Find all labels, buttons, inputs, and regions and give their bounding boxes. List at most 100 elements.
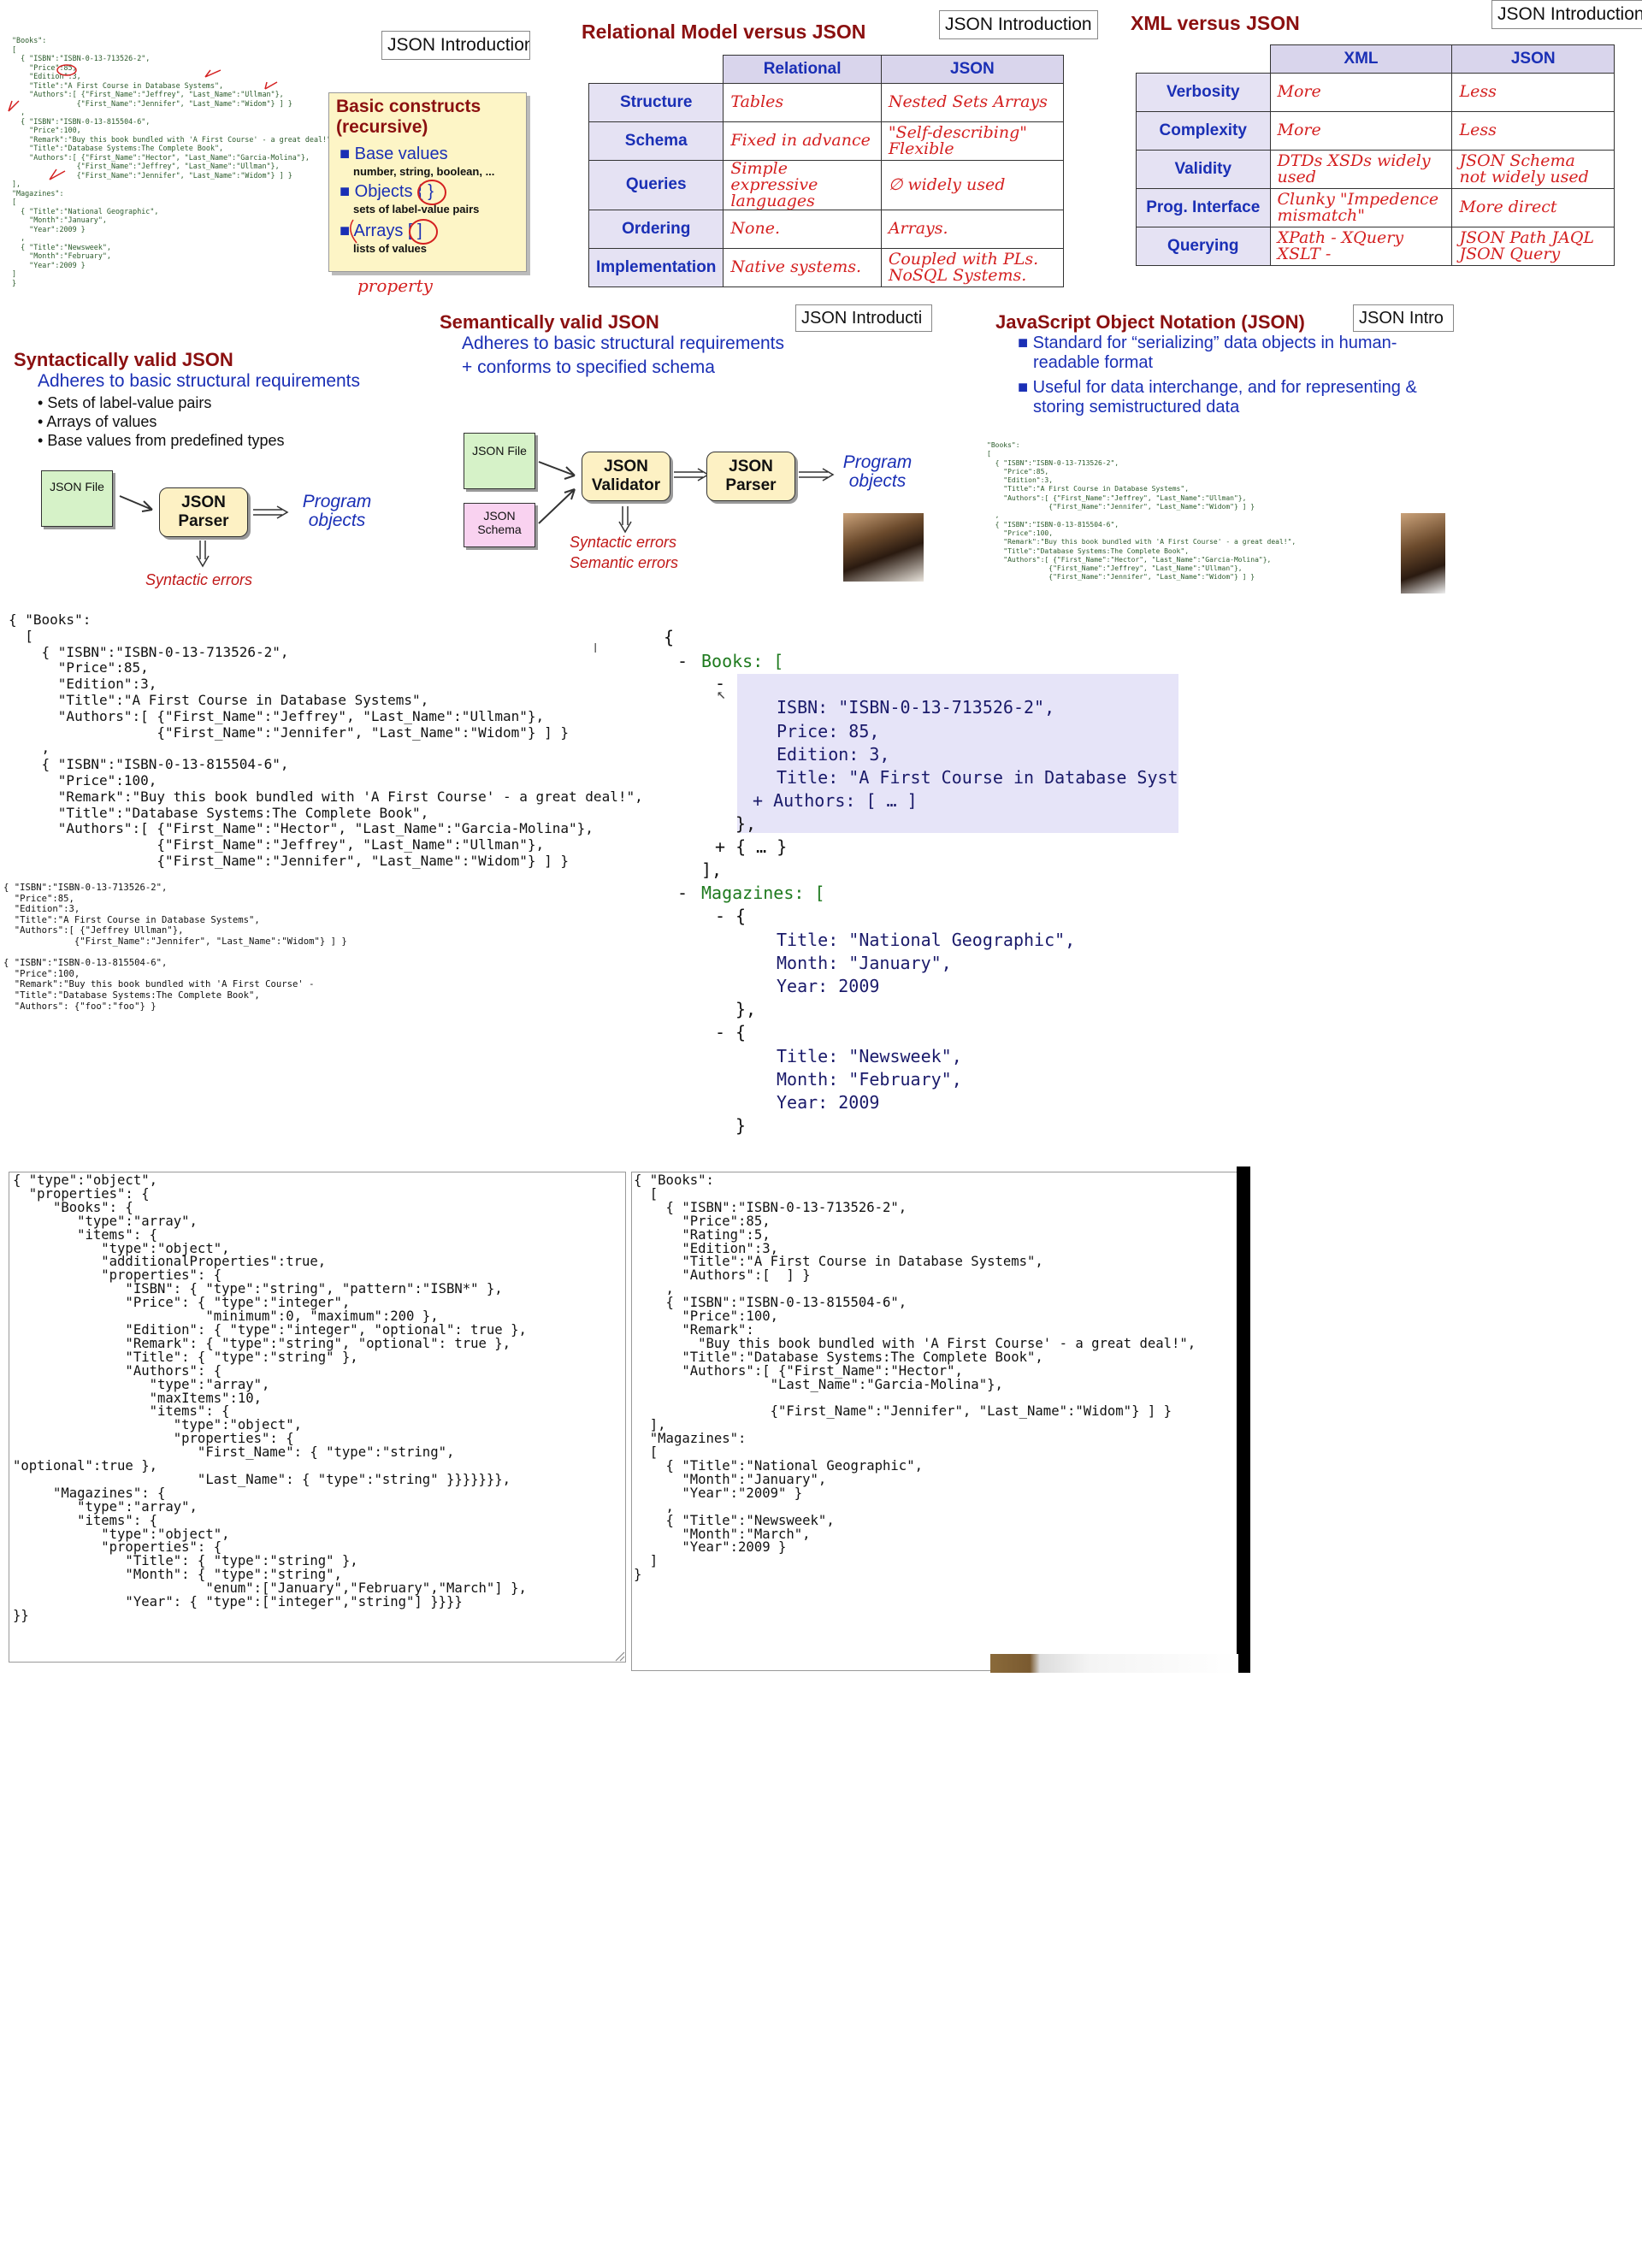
slide-xml-vs-json: XML versus JSON JSON Introduction XML JS… [1112,0,1642,291]
intro-label: JSON Introduction [1491,0,1642,29]
tree-collapse-toggle[interactable]: - [677,882,688,906]
slide-semantically-valid: Semantically valid JSON JSON Introducti … [436,304,932,582]
tree-edition: Edition: 3, [777,744,890,765]
slide-title: XML versus JSON [1131,12,1300,34]
tree-mag2-title: Title: "Newsweek", [777,1046,962,1066]
data-editor-textarea[interactable]: { "Books": [ { "ISBN":"ISBN-0-13-713526-… [631,1172,1238,1671]
json-schema-box: JSON Schema [464,503,535,547]
col-header-xml: XML [1269,44,1453,74]
property-annotation: property [357,275,433,296]
tree-title: Title: "A First Course in Database Syste… [777,767,1178,788]
speaker-video-thumbnail [843,513,924,582]
cell-json: JSON Path JAQL JSON Query [1451,226,1615,266]
slide-json-constructs: JSON Introduction "Books": [ { "ISBN":"I… [0,0,530,316]
arrow-icon [119,495,153,512]
col-header-json: JSON [880,55,1065,84]
cell-relational: None. [723,209,882,249]
arrow-icon [618,506,632,534]
constructs-box: Basic constructs (recursive) ■ Base valu… [328,92,527,272]
json-file-box: JSON File [41,470,113,527]
row-label: Implementation [588,247,724,287]
vertical-scrollbar[interactable] [1237,1166,1250,1673]
comparison-table: XML JSON Verbosity More Less Complexity Mor… [1136,44,1615,266]
annotation-marks [8,64,278,180]
semantic-errors-label: Semantic errors [570,554,679,571]
json-file-box: JSON File [464,433,535,489]
cell-xml: More [1269,72,1453,112]
tree-collapse-toggle[interactable]: - [715,905,725,929]
arrow-icon [253,505,289,519]
tree-key-books: Books: [ [701,651,784,671]
col-header-json: JSON [1451,44,1615,74]
tree-authors-collapsed[interactable]: + Authors: [ … ] [753,789,918,813]
cell-xml: DTDs XSDs widely used [1269,149,1453,189]
bullet-text: Useful for data interchange, and for rep… [1032,378,1417,416]
tree-mag1-year: Year: 2009 [777,976,880,996]
intro-label: JSON Intro [1353,304,1454,332]
cell-xml: Clunky "Impedence mismatch" [1269,187,1453,227]
tree-mag2-open: { [735,1022,747,1042]
tree-books-close: ], [701,859,723,880]
intro-label: JSON Introduction [939,10,1098,39]
editor-content[interactable]: { "Books": [ { "ISBN":"ISBN-0-13-713526-… [9,611,643,870]
cursor-icon: ↖ [717,685,726,703]
definition-bullet: ■ Standard for “serializing” data object… [1018,334,1397,372]
bullet-text: Base values from predefined types [47,432,285,449]
cell-relational: Tables [723,82,882,122]
json-text-editor[interactable]: { "Books": [ { "ISBN":"ISBN-0-13-713526-… [0,605,650,879]
row-label: Complexity [1136,110,1271,151]
json-text-editor-2[interactable]: { "ISBN":"ISBN-0-13-713526-2", "Price":8… [0,881,347,1043]
tree-mag2-year: Year: 2009 [777,1092,880,1113]
editor-content[interactable]: { "type":"object", "properties": { "Book… [13,1173,527,1623]
editor-content[interactable]: { "Books": [ { "ISBN":"ISBN-0-13-713526-… [634,1173,1196,1582]
json-tree-viewer: { - Books: [ - { ↖ ISBN: "ISBN-0-13-7135… [660,621,1178,1151]
speaker-video-thumbnail [1401,513,1445,594]
intro-label: JSON Introducti [795,304,932,332]
tree-mag1-close: }, [735,999,757,1019]
bullet-list: • Sets of label-value pairs • Arrays of … [38,393,284,450]
cell-relational: Fixed in advance [723,121,882,161]
json-parser-box: JSON Parser [706,452,795,501]
tree-collapse-toggle[interactable]: - [677,650,688,674]
tree-collapse-toggle[interactable]: - [715,1021,725,1045]
schema-editor-textarea[interactable]: { "type":"object", "properties": { "Book… [9,1172,626,1663]
arrow-icon [799,468,835,481]
line1: Adheres to basic structural requirements [462,334,785,353]
resize-grip-icon[interactable] [613,1650,625,1662]
bullet-item: • Sets of label-value pairs [38,394,212,411]
slide-json-definition: JavaScript Object Notation (JSON) JSON I… [983,304,1454,595]
syntactic-errors-label: Syntactic errors [570,534,677,551]
col-header-relational: Relational [723,55,882,84]
cell-json: Coupled with PLs. NoSQL Systems. [880,247,1065,287]
bullet-item: • Base values from predefined types [38,432,285,449]
program-objects-label: Program objects [842,452,913,491]
json-validator-box: JSON Validator [582,452,670,501]
cell-json: Nested Sets Arrays [880,82,1065,122]
cell-xml: XPath - XQuery XSLT - [1269,226,1453,266]
tree-price: Price: 85, [777,721,880,741]
slide-syntactically-valid: Syntactically valid JSON Adheres to basi… [0,337,385,594]
cell-relational: Simple expressive languages [723,159,882,210]
row-label: Validity [1136,149,1271,189]
editor-content[interactable]: { "ISBN":"ISBN-0-13-713526-2", "Price":8… [3,883,347,1012]
tree-book1-close: }, [735,813,757,834]
bullet-text: Sets of label-value pairs [47,394,212,411]
tree-mag1-month: Month: "January", [777,953,952,973]
cell-relational: Native systems. [723,247,882,287]
row-label: Queries [588,159,724,210]
comparison-table: Relational JSON Structure Tables Nested Se… [588,55,1065,287]
books-code-snippet: "Books": [ { "ISBN":"ISBN-0-13-713526-2"… [987,441,1296,582]
tree-isbn: ISBN: "ISBN-0-13-713526-2", [777,697,1055,718]
slide-title: Semantically valid JSON [440,311,659,333]
slide-title: JavaScript Object Notation (JSON) [995,311,1305,333]
cursor-icon: I [594,641,598,656]
bullet-text: Standard for “serializing” data objects … [1032,334,1397,372]
slide-title: Relational Model versus JSON [582,21,866,43]
cell-json: JSON Schema not widely used [1451,149,1615,189]
taskbar-thumbnail [990,1654,1238,1673]
bullet-item: • Arrays of values [38,413,157,430]
cell-json: ∅ widely used [880,159,1065,210]
row-label: Prog. Interface [1136,187,1271,227]
slide-subtitle: Adheres to basic structural requirements [38,371,361,391]
tree-book2-collapsed[interactable]: + { … } [715,836,787,859]
